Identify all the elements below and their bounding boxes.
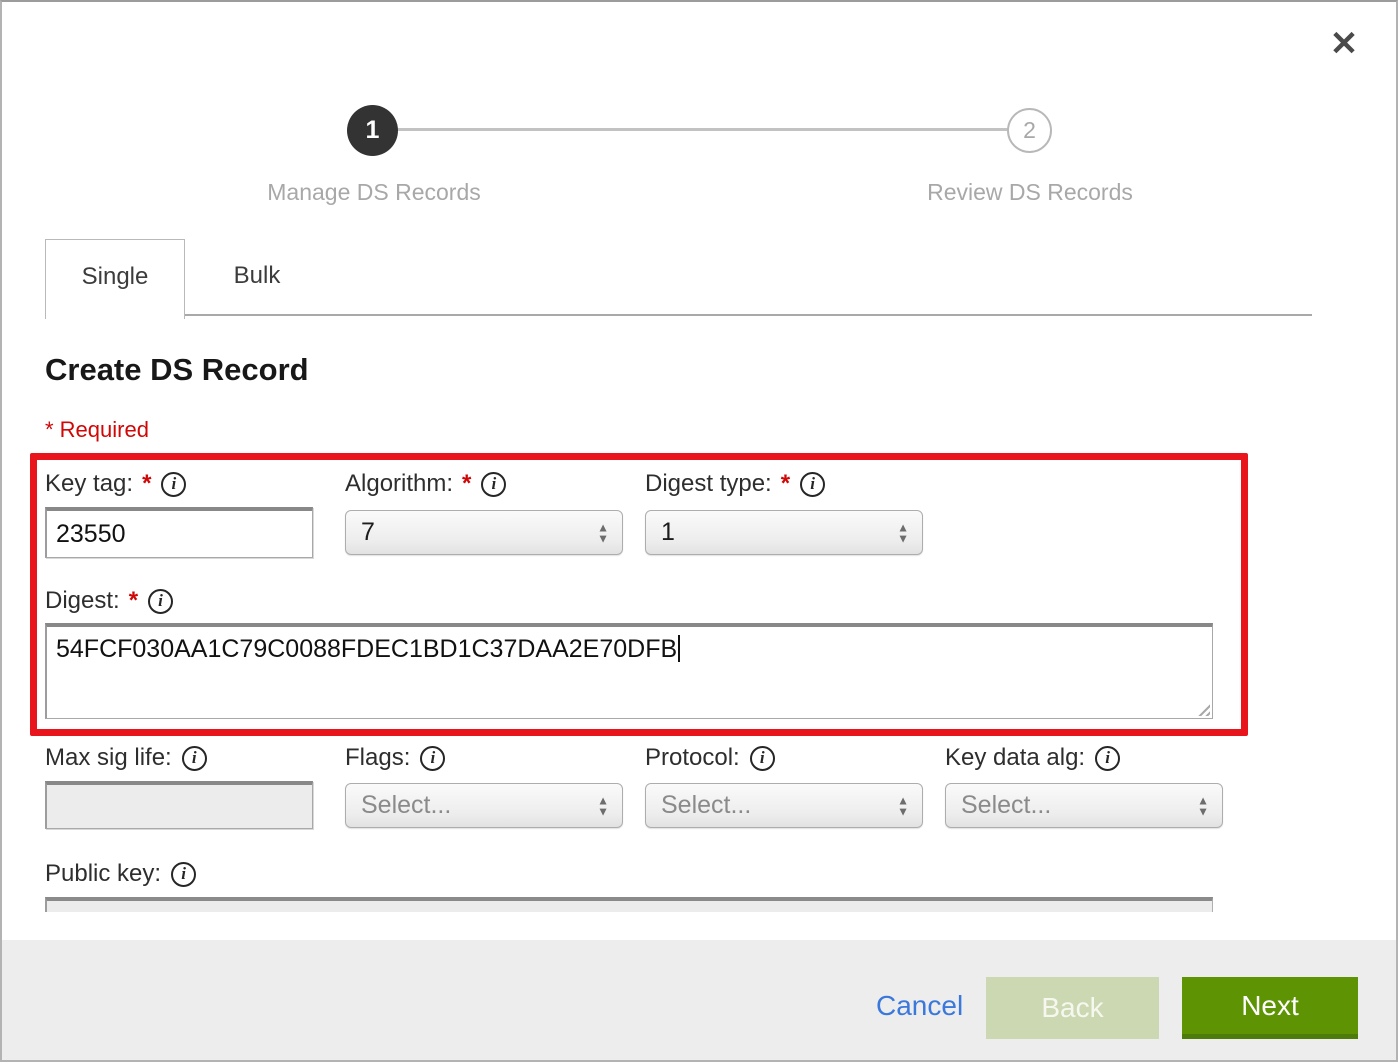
key-tag-label-text: Key tag: [45,470,133,498]
select-arrows-icon: ▲▼ [897,795,909,816]
step-1-circle: 1 [347,105,398,156]
required-star: * [460,470,471,498]
public-key-textarea[interactable] [45,897,1213,912]
select-arrows-icon: ▲▼ [597,522,609,543]
max-sig-life-label: Max sig life: i [45,743,207,773]
info-icon[interactable]: i [1095,746,1120,771]
digest-textarea[interactable]: 54FCF030AA1C79C0088FDEC1BD1C37DAA2E70DFB [45,623,1213,719]
resize-handle-icon[interactable] [1195,701,1210,716]
back-button[interactable]: Back [986,977,1159,1039]
key-tag-input[interactable]: 23550 [45,507,313,558]
digest-type-label-text: Digest type: [645,470,772,498]
step-2-label: Review DS Records [830,179,1230,206]
info-icon[interactable]: i [750,746,775,771]
key-data-alg-label: Key data alg: i [945,743,1120,773]
tab-bar: Single Bulk [45,239,1312,316]
step-1-label: Manage DS Records [174,179,574,206]
info-icon[interactable]: i [420,746,445,771]
select-arrows-icon: ▲▼ [597,795,609,816]
info-icon[interactable]: i [171,862,196,887]
info-icon[interactable]: i [800,472,825,497]
max-sig-life-input[interactable] [45,781,313,829]
tab-bulk[interactable]: Bulk [186,239,328,315]
digest-label-text: Digest: [45,587,120,615]
protocol-label-text: Protocol: [645,744,740,772]
digest-label: Digest: * i [45,586,173,616]
key-data-alg-label-text: Key data alg: [945,744,1085,772]
select-arrows-icon: ▲▼ [1197,795,1209,816]
public-key-label-text: Public key: [45,860,161,888]
digest-type-select[interactable]: 1 ▲▼ [645,510,923,555]
digest-value: 54FCF030AA1C79C0088FDEC1BD1C37DAA2E70DFB [56,635,677,663]
key-tag-value: 23550 [56,520,126,549]
key-data-alg-select[interactable]: Select... ▲▼ [945,783,1223,828]
modal-footer: Cancel Back Next [2,940,1396,1060]
next-button[interactable]: Next [1182,977,1358,1039]
flags-select[interactable]: Select... ▲▼ [345,783,623,828]
algorithm-select[interactable]: 7 ▲▼ [345,510,623,555]
digest-type-value: 1 [661,518,675,547]
public-key-label: Public key: i [45,859,196,889]
protocol-value: Select... [661,791,751,820]
create-ds-record-modal: ✕ 1 2 Manage DS Records Review DS Record… [0,0,1398,1062]
required-star: * [127,587,138,615]
select-arrows-icon: ▲▼ [897,522,909,543]
info-icon[interactable]: i [481,472,506,497]
protocol-label: Protocol: i [645,743,775,773]
page-title: Create DS Record [45,352,309,388]
max-sig-life-label-text: Max sig life: [45,744,172,772]
digest-type-label: Digest type: * i [645,469,825,499]
cancel-link[interactable]: Cancel [876,990,963,1022]
flags-value: Select... [361,791,451,820]
required-star: * [140,470,151,498]
algorithm-label: Algorithm: * i [345,469,506,499]
flags-label-text: Flags: [345,744,410,772]
algorithm-value: 7 [361,518,375,547]
step-2-circle: 2 [1007,108,1052,153]
required-star: * [779,470,790,498]
key-data-alg-value: Select... [961,791,1051,820]
protocol-select[interactable]: Select... ▲▼ [645,783,923,828]
close-icon[interactable]: ✕ [1324,24,1364,64]
text-caret [678,635,680,662]
flags-label: Flags: i [345,743,445,773]
key-tag-label: Key tag: * i [45,469,186,499]
info-icon[interactable]: i [182,746,207,771]
required-note: * Required [45,417,149,443]
info-icon[interactable]: i [148,589,173,614]
stepper-connector-line [398,128,1010,131]
info-icon[interactable]: i [161,472,186,497]
tab-single[interactable]: Single [45,239,185,319]
algorithm-label-text: Algorithm: [345,470,453,498]
